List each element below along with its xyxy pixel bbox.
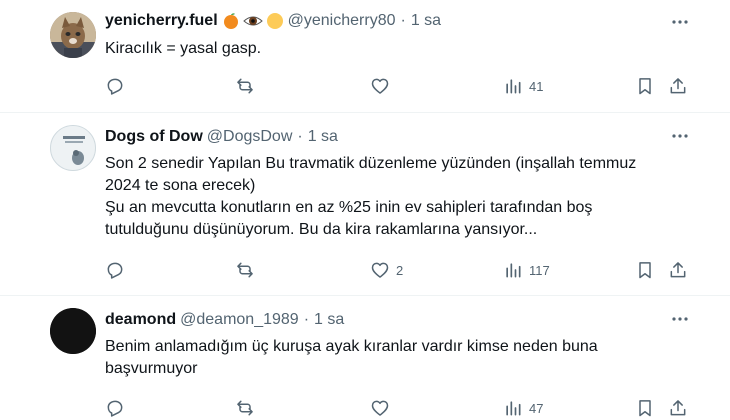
reply-button[interactable] — [105, 258, 131, 282]
user-handle[interactable]: @yenicherry80 — [288, 12, 396, 30]
avatar[interactable] — [50, 308, 96, 354]
tweet[interactable]: yenicherry.fuel @yenicherry80 · 1 sa Kir… — [0, 0, 730, 112]
bookmark-icon — [639, 78, 651, 95]
more-options-button[interactable] — [670, 12, 690, 32]
orange-emoji-icon — [223, 13, 238, 29]
display-name[interactable]: Dogs of Dow — [105, 128, 203, 146]
like-button[interactable] — [370, 74, 396, 98]
bookmark-icon — [639, 400, 651, 417]
views-count: 117 — [529, 262, 550, 278]
dark-avatar-image — [50, 308, 96, 354]
views-chart-icon — [506, 401, 521, 416]
retweet-button[interactable] — [235, 74, 261, 98]
tweet-text-content: Son 2 senedir Yapılan Bu travmatik düzen… — [105, 155, 637, 238]
reply-button[interactable] — [105, 396, 131, 420]
tweet[interactable]: Dogs of Dow @DogsDow · 1 sa Son 2 senedi… — [0, 113, 730, 295]
share-icon — [670, 400, 686, 416]
tweet[interactable]: deamond @deamon_1989 · 1 sa Benim anlama… — [0, 296, 730, 420]
retweet-button[interactable] — [235, 258, 261, 282]
dog-avatar-image — [51, 126, 95, 170]
eye-emoji-icon — [242, 16, 263, 26]
views-button[interactable]: 47 — [503, 396, 543, 420]
heart-icon — [371, 262, 389, 278]
separator-dot: · — [297, 128, 303, 145]
heart-icon — [371, 400, 389, 416]
like-button[interactable] — [370, 396, 396, 420]
tweet-header: Dogs of Dow @DogsDow · 1 sa — [105, 126, 338, 148]
more-dots-icon — [672, 134, 688, 138]
avatar[interactable] — [50, 125, 96, 171]
timestamp[interactable]: 1 sa — [411, 12, 441, 30]
retweet-icon — [237, 262, 253, 278]
views-chart-icon — [506, 79, 521, 94]
action-bar: 2 117 — [105, 258, 690, 282]
tweet-header: yenicherry.fuel @yenicherry80 · 1 sa — [105, 10, 441, 32]
like-count: 2 — [396, 262, 404, 278]
share-icon — [670, 78, 686, 94]
reply-icon — [107, 400, 123, 417]
retweet-button[interactable] — [235, 396, 261, 420]
more-dots-icon — [672, 317, 688, 321]
tweet-text: Benim anlamadığım üç kuruşa ayak kıranla… — [105, 336, 690, 380]
separator-dot: · — [400, 12, 406, 29]
timestamp[interactable]: 1 sa — [314, 311, 344, 329]
cat-avatar-image — [50, 12, 96, 58]
yellow-circle-emoji-icon — [266, 13, 283, 29]
retweet-icon — [237, 78, 253, 94]
views-chart-icon — [506, 263, 521, 278]
views-button[interactable]: 41 — [503, 74, 543, 98]
display-name[interactable]: deamond — [105, 311, 176, 329]
bookmark-button[interactable] — [635, 74, 655, 98]
heart-icon — [371, 78, 389, 94]
bookmark-icon — [639, 262, 651, 279]
user-handle[interactable]: @DogsDow — [207, 128, 293, 146]
share-icon — [670, 262, 686, 278]
separator-dot: · — [303, 311, 310, 328]
timestamp[interactable]: 1 sa — [308, 128, 338, 146]
retweet-icon — [237, 400, 253, 416]
like-button[interactable]: 2 — [370, 258, 403, 282]
share-button[interactable] — [668, 74, 688, 98]
bookmark-button[interactable] — [635, 396, 655, 420]
more-dots-icon — [672, 20, 688, 24]
more-options-button[interactable] — [670, 126, 690, 146]
share-button[interactable] — [668, 258, 688, 282]
tweet-text-content: Kiracılık = yasal gasp. — [105, 40, 262, 57]
views-count: 47 — [529, 400, 544, 416]
name-emojis — [222, 12, 284, 30]
tweet-text: Son 2 senedir Yapılan Bu travmatik düzen… — [105, 153, 690, 241]
more-options-button[interactable] — [670, 309, 690, 329]
user-handle[interactable]: @deamon_1989 — [180, 311, 299, 329]
views-count: 41 — [529, 78, 544, 94]
bookmark-button[interactable] — [635, 258, 655, 282]
tweet-text: Kiracılık = yasal gasp. — [105, 38, 690, 60]
action-bar: 41 — [105, 74, 690, 98]
tweet-header: deamond @deamon_1989 · 1 sa — [105, 309, 344, 331]
tweet-text-content: Benim anlamadığım üç kuruşa ayak kıranla… — [105, 338, 598, 377]
share-button[interactable] — [668, 396, 688, 420]
reply-icon — [107, 78, 123, 95]
views-button[interactable]: 117 — [503, 258, 550, 282]
avatar[interactable] — [50, 12, 96, 58]
display-name[interactable]: yenicherry.fuel — [105, 12, 218, 30]
reply-button[interactable] — [105, 74, 131, 98]
action-bar: 47 — [105, 396, 690, 420]
reply-icon — [107, 262, 123, 279]
